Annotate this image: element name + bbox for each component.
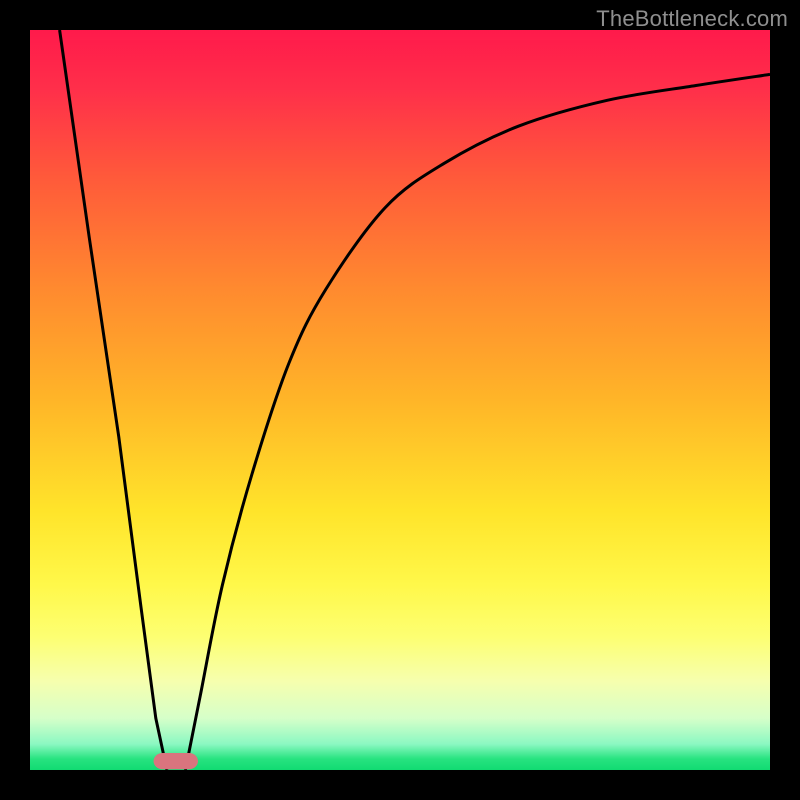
optimum-marker [154, 753, 198, 769]
gradient-bg [30, 30, 770, 770]
watermark: TheBottleneck.com [596, 6, 788, 32]
chart-plot [30, 30, 770, 770]
chart-container: TheBottleneck.com [0, 0, 800, 800]
